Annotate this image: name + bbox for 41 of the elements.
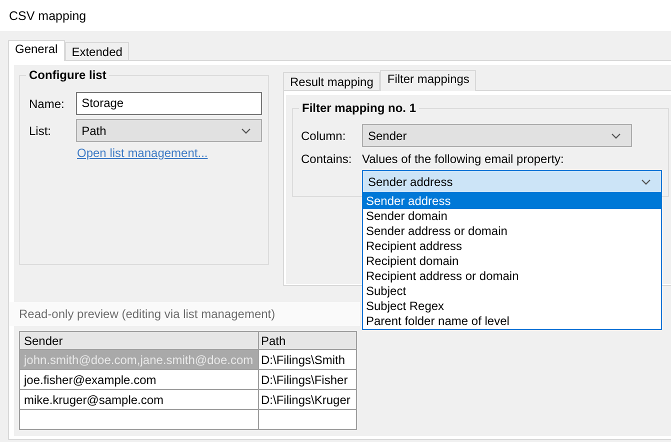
chevron-down-icon	[611, 132, 621, 138]
dropdown-option[interactable]: Sender address	[363, 194, 661, 209]
table-cell: joe.fisher@example.com	[20, 370, 258, 390]
field-label: Column:	[301, 128, 347, 142]
dropdown-option[interactable]: Subject Regex	[363, 299, 661, 314]
table-cell: D:\Filings\Smith	[258, 350, 356, 370]
preview-caption: Read-only preview (editing via list management)	[19, 307, 276, 321]
column-dropdown[interactable]: Sender	[362, 124, 632, 147]
dropdown-option[interactable]: Recipient address or domain	[363, 269, 661, 284]
list-dropdown[interactable]: Path	[76, 119, 262, 142]
table-cell: mike.kruger@sample.com	[20, 390, 258, 410]
dropdown-option[interactable]: Sender address or domain	[363, 224, 661, 239]
tab[interactable]: Result mapping	[283, 72, 380, 90]
column-header: Sender	[20, 332, 258, 350]
open-list-link[interactable]: Open list management...	[77, 146, 208, 160]
table-cell: D:\Filings\Fisher	[258, 370, 356, 390]
dropdown-option[interactable]: Recipient address	[363, 239, 661, 254]
property-caption: Values of the following email property:	[362, 152, 564, 166]
column-header: Path	[258, 332, 356, 350]
table-row[interactable]: joe.fisher@example.com D:\Filings\Fisher	[20, 370, 356, 390]
table-row[interactable]: john.smith@doe.com,jane.smith@doe.com D:\Filings\Smith	[20, 350, 356, 370]
chevron-down-icon	[641, 178, 651, 184]
table-cell: john.smith@doe.com,jane.smith@doe.com	[20, 350, 258, 370]
window-title: CSV mapping	[0, 0, 671, 31]
dropdown-option[interactable]: Parent folder name of level	[363, 314, 661, 329]
property-dropdown[interactable]: Sender address	[362, 170, 662, 193]
dropdown-option[interactable]: Recipient domain	[363, 254, 661, 269]
tab[interactable]: General	[8, 40, 65, 61]
field-label: Contains:	[301, 152, 353, 166]
tab[interactable]: Filter mappings	[380, 70, 476, 91]
dropdown-option[interactable]: Sender domain	[363, 209, 661, 224]
name-field[interactable]: Storage	[76, 92, 262, 115]
group-title: Configure list	[26, 68, 110, 82]
field-label: Name:	[29, 96, 66, 110]
field-label: List:	[29, 124, 52, 138]
chevron-down-icon	[241, 128, 251, 134]
table-cell: D:\Filings\Kruger	[258, 390, 356, 410]
tab[interactable]: Extended	[64, 42, 130, 60]
group-title: Filter mapping no. 1	[299, 101, 420, 115]
table-row[interactable]: mike.kruger@sample.com D:\Filings\Kruger	[20, 390, 356, 410]
dropdown-option[interactable]: Subject	[363, 284, 661, 299]
